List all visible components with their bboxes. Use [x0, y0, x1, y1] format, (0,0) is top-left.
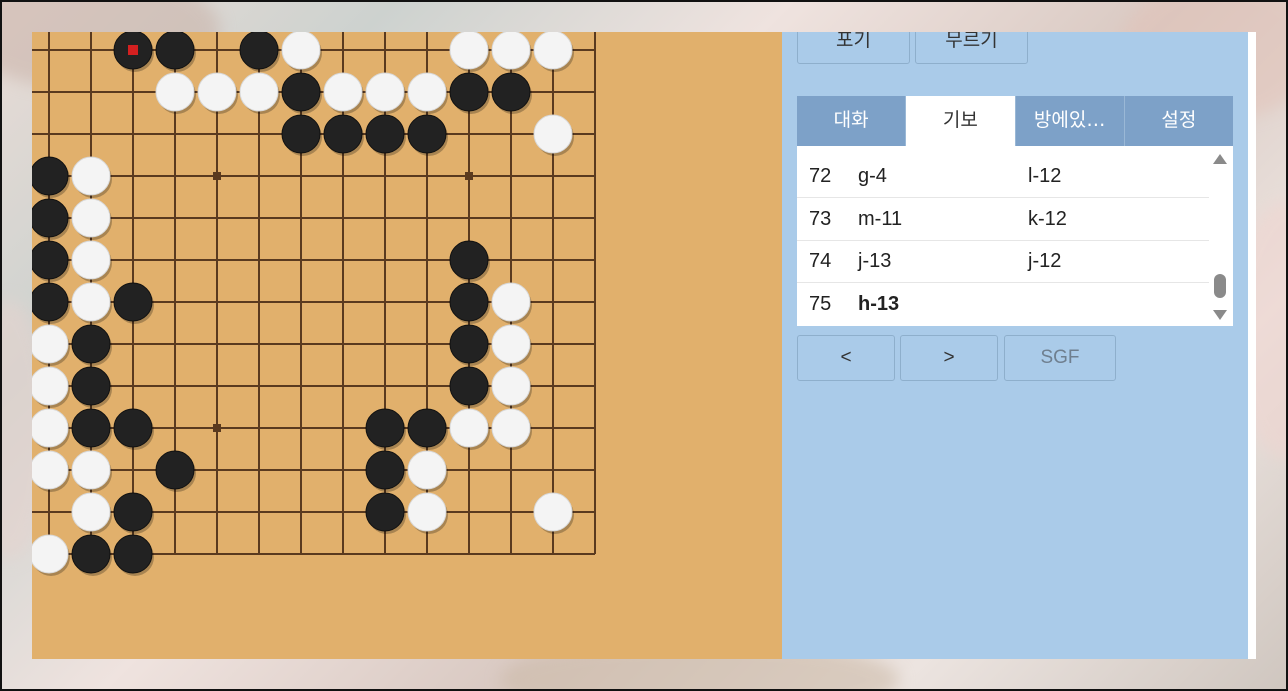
black-stone[interactable]	[113, 534, 153, 574]
black-stone[interactable]	[32, 198, 69, 238]
move-number: 75	[809, 293, 832, 315]
black-stone[interactable]	[32, 156, 69, 196]
star-point	[213, 424, 221, 432]
white-stone[interactable]	[323, 72, 363, 112]
black-stone[interactable]	[491, 72, 531, 112]
white-stone[interactable]	[491, 32, 531, 70]
tab-chat[interactable]: 대화	[797, 96, 907, 146]
black-stone[interactable]	[32, 282, 69, 322]
go-board[interactable]	[32, 32, 782, 659]
move-row[interactable]: 74 j-13 j-12	[797, 241, 1209, 283]
white-stone[interactable]	[281, 32, 321, 70]
white-move: l-12	[1028, 165, 1062, 187]
star-point	[213, 172, 221, 180]
white-stone[interactable]	[71, 156, 111, 196]
white-stone[interactable]	[71, 450, 111, 490]
black-move: g-4	[858, 165, 887, 187]
white-stone[interactable]	[491, 408, 531, 448]
white-move: k-12	[1028, 208, 1067, 230]
move-number: 73	[809, 208, 832, 230]
scroll-down-arrow-icon[interactable]	[1213, 310, 1227, 320]
white-stone[interactable]	[407, 450, 447, 490]
white-stone[interactable]	[71, 240, 111, 280]
black-stone[interactable]	[113, 408, 153, 448]
black-stone[interactable]	[449, 72, 489, 112]
panel-tabs: 대화 기보 방에있… 설정	[797, 96, 1233, 146]
black-stone[interactable]	[281, 72, 321, 112]
move-number: 72	[809, 165, 832, 187]
white-stone[interactable]	[32, 366, 69, 406]
black-stone[interactable]	[449, 366, 489, 406]
board-grid[interactable]	[32, 32, 782, 659]
white-stone[interactable]	[365, 72, 405, 112]
white-stone[interactable]	[407, 492, 447, 532]
white-stone[interactable]	[533, 492, 573, 532]
white-stone[interactable]	[32, 450, 69, 490]
white-stone[interactable]	[32, 324, 69, 364]
black-stone[interactable]	[71, 408, 111, 448]
black-stone[interactable]	[281, 114, 321, 154]
previous-move-button[interactable]: <	[797, 335, 895, 381]
white-stone[interactable]	[449, 32, 489, 70]
undo-button[interactable]: 무르기	[915, 32, 1028, 64]
scrollbar-thumb[interactable]	[1214, 274, 1226, 298]
white-stone[interactable]	[239, 72, 279, 112]
move-number: 74	[809, 250, 832, 272]
scroll-up-arrow-icon[interactable]	[1213, 154, 1227, 164]
tab-room-users[interactable]: 방에있…	[1015, 96, 1125, 146]
resign-button[interactable]: 포기	[797, 32, 910, 64]
white-stone[interactable]	[491, 282, 531, 322]
move-row[interactable]: 72 g-4 l-12	[797, 156, 1209, 198]
white-stone[interactable]	[449, 408, 489, 448]
black-stone[interactable]	[71, 324, 111, 364]
black-stone[interactable]	[71, 534, 111, 574]
black-stone[interactable]	[407, 408, 447, 448]
tab-game-record[interactable]: 기보	[906, 96, 1016, 146]
black-stone[interactable]	[113, 492, 153, 532]
white-move: j-12	[1028, 250, 1062, 272]
white-stone[interactable]	[71, 492, 111, 532]
black-move: j-13	[858, 250, 892, 272]
black-stone[interactable]	[365, 408, 405, 448]
black-stone[interactable]	[155, 32, 195, 70]
black-stone[interactable]	[323, 114, 363, 154]
black-move: m-11	[858, 208, 903, 230]
star-point	[465, 172, 473, 180]
black-stone[interactable]	[155, 450, 195, 490]
white-stone[interactable]	[71, 198, 111, 238]
white-stone[interactable]	[32, 534, 69, 574]
black-stone[interactable]	[113, 282, 153, 322]
black-stone[interactable]	[449, 282, 489, 322]
black-stone[interactable]	[365, 450, 405, 490]
black-move: h-13	[858, 293, 900, 315]
move-list[interactable]: 72 g-4 l-12 73 m-11 k-12 74 j-13 j-12 75…	[797, 146, 1233, 326]
black-stone[interactable]	[407, 114, 447, 154]
white-stone[interactable]	[491, 324, 531, 364]
black-stone[interactable]	[449, 240, 489, 280]
next-move-button[interactable]: >	[900, 335, 998, 381]
black-stone[interactable]	[449, 324, 489, 364]
white-stone[interactable]	[32, 408, 69, 448]
black-stone[interactable]	[239, 32, 279, 70]
black-stone[interactable]	[32, 240, 69, 280]
white-stone[interactable]	[71, 282, 111, 322]
white-stone[interactable]	[533, 114, 573, 154]
side-panel: 포기 무르기 대화 기보 방에있… 설정 72 g-4 l-12 73 m-11…	[782, 32, 1248, 659]
tab-settings[interactable]: 설정	[1124, 96, 1233, 146]
white-stone[interactable]	[491, 366, 531, 406]
white-stone[interactable]	[407, 72, 447, 112]
last-move-marker	[128, 45, 138, 55]
white-stone[interactable]	[155, 72, 195, 112]
move-row[interactable]: 75 h-13	[797, 284, 1209, 326]
panel-edge	[1248, 32, 1256, 659]
white-stone[interactable]	[533, 32, 573, 70]
sgf-button[interactable]: SGF	[1004, 335, 1116, 381]
black-stone[interactable]	[365, 492, 405, 532]
white-stone[interactable]	[197, 72, 237, 112]
move-row[interactable]: 73 m-11 k-12	[797, 199, 1209, 241]
black-stone[interactable]	[71, 366, 111, 406]
black-stone[interactable]	[365, 114, 405, 154]
